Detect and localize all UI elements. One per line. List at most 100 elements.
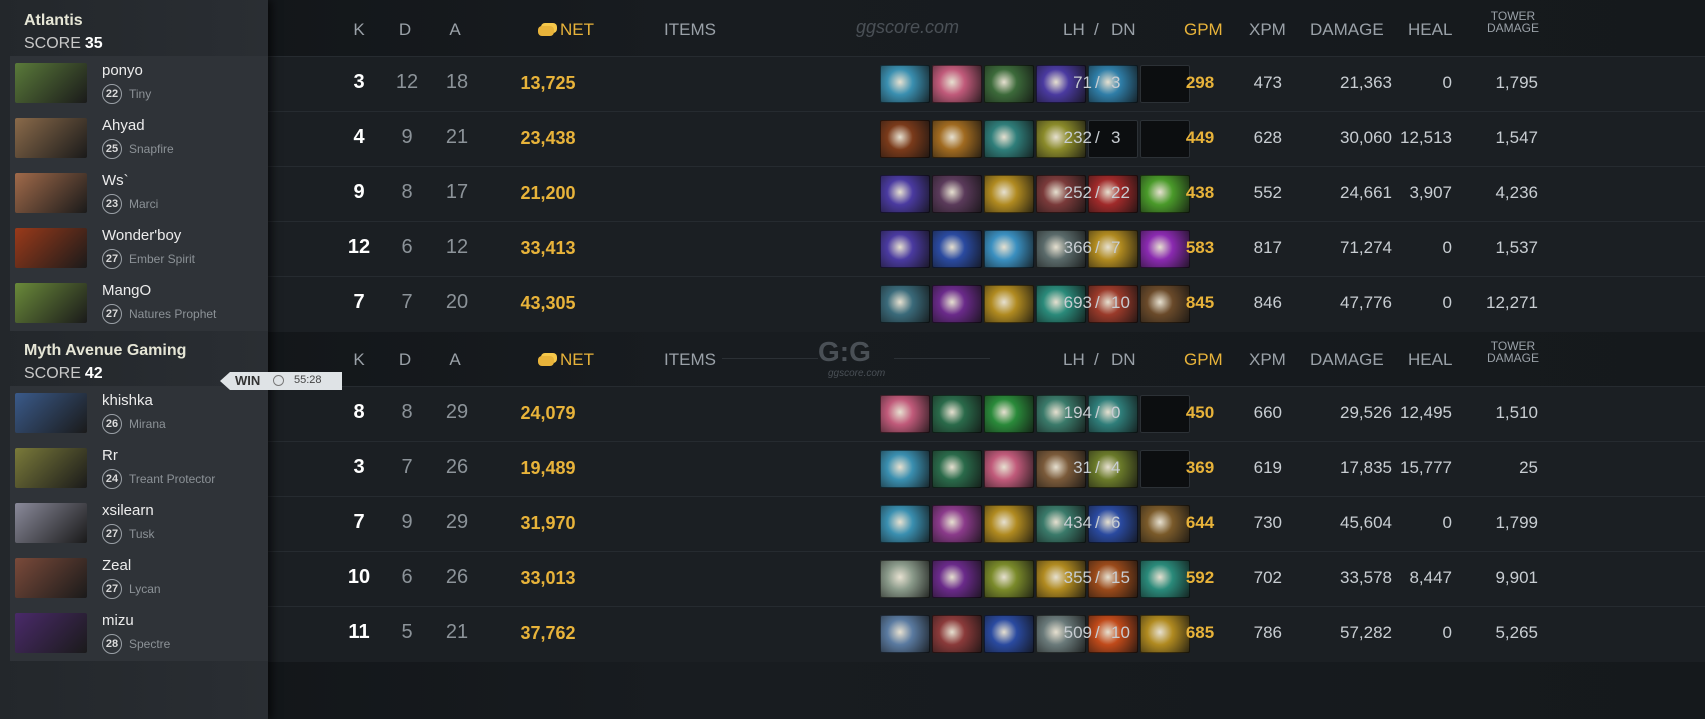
- hero-portrait[interactable]: [15, 503, 87, 543]
- item-slot[interactable]: [984, 230, 1034, 268]
- item-slot[interactable]: [880, 175, 930, 213]
- lh-dn-slash: /: [1095, 73, 1100, 92]
- kills-value: 8: [353, 401, 365, 423]
- assists-value: 26: [445, 566, 469, 588]
- item-slot[interactable]: [984, 560, 1034, 598]
- clock-icon: [273, 375, 284, 386]
- item-slot[interactable]: [932, 120, 982, 158]
- col-dn-header: DN: [1111, 350, 1136, 369]
- hero-name: Mirana: [129, 417, 166, 431]
- player-card[interactable]: Wonder'boy 27 Ember Spirit: [10, 221, 268, 276]
- item-slot[interactable]: [880, 230, 930, 268]
- hero-portrait[interactable]: [15, 448, 87, 488]
- col-gpm-header: GPM: [1184, 350, 1223, 369]
- last-hits-value: 252: [1063, 183, 1092, 202]
- hero-portrait[interactable]: [15, 393, 87, 433]
- hero-level-badge: 27: [102, 524, 122, 544]
- player-card[interactable]: Ahyad 25 Snapfire: [10, 111, 268, 166]
- item-slot[interactable]: [984, 175, 1034, 213]
- item-slot[interactable]: [932, 175, 982, 213]
- player-card[interactable]: khishka 26 Mirana: [10, 386, 268, 441]
- player-name[interactable]: xsilearn: [102, 502, 154, 519]
- item-slot[interactable]: [932, 285, 982, 323]
- hero-portrait[interactable]: [15, 173, 87, 213]
- heal-value: 3,907: [1409, 183, 1452, 202]
- hero-portrait[interactable]: [15, 613, 87, 653]
- item-slot[interactable]: [932, 450, 982, 488]
- last-hits-value: 509: [1063, 623, 1092, 642]
- player-card[interactable]: MangO 27 Natures Prophet: [10, 276, 268, 331]
- item-slot[interactable]: [932, 505, 982, 543]
- player-card[interactable]: mizu 28 Spectre: [10, 606, 268, 661]
- lh-dn-slash: /: [1095, 183, 1100, 202]
- item-slot[interactable]: [932, 615, 982, 653]
- damage-value: 29,526: [1340, 403, 1392, 422]
- hero-level-badge: 27: [102, 304, 122, 324]
- last-hits-value: 31: [1073, 458, 1092, 477]
- player-card[interactable]: Rr 24 Treant Protector: [10, 441, 268, 496]
- item-slot[interactable]: [984, 285, 1034, 323]
- heal-value: 0: [1442, 238, 1452, 257]
- hero-portrait[interactable]: [15, 558, 87, 598]
- player-name[interactable]: ponyo: [102, 62, 143, 79]
- item-slot[interactable]: [932, 560, 982, 598]
- player-card[interactable]: ponyo 22 Tiny: [10, 56, 268, 111]
- player-name[interactable]: Ws`: [102, 172, 129, 189]
- item-slot[interactable]: [880, 560, 930, 598]
- team-name[interactable]: Atlantis: [24, 12, 83, 30]
- item-slot[interactable]: [880, 450, 930, 488]
- player-card[interactable]: xsilearn 27 Tusk: [10, 496, 268, 551]
- item-slot[interactable]: [932, 65, 982, 103]
- col-a-header: A: [449, 20, 461, 39]
- player-name[interactable]: Ahyad: [102, 117, 145, 134]
- item-slot[interactable]: [880, 395, 930, 433]
- deaths-value: 8: [401, 401, 413, 423]
- hero-portrait[interactable]: [15, 118, 87, 158]
- net-label: NET: [560, 350, 594, 369]
- player-stats-row: 10 6 26 33,013 355/ 15 592 702 33,578 8,447 9,901: [268, 551, 1705, 607]
- kills-value: 4: [353, 126, 365, 148]
- player-stats-row: 4 9 21 23,438 232/ 3 449 628 30,060 12,513 1,547: [268, 111, 1705, 167]
- deaths-value: 6: [401, 566, 413, 588]
- hero-name: Marci: [129, 197, 159, 211]
- item-slot[interactable]: [880, 505, 930, 543]
- item-slot[interactable]: [984, 450, 1034, 488]
- net-worth-value: 24,079: [520, 403, 576, 423]
- item-slot[interactable]: [984, 120, 1034, 158]
- item-slot[interactable]: [984, 615, 1034, 653]
- xpm-value: 730: [1253, 513, 1282, 532]
- watermark-line: [722, 358, 818, 359]
- gpm-value: 685: [1185, 623, 1215, 642]
- damage-value: 45,604: [1340, 513, 1392, 532]
- player-card[interactable]: Zeal 27 Lycan: [10, 551, 268, 606]
- hero-portrait[interactable]: [15, 228, 87, 268]
- player-name[interactable]: Rr: [102, 447, 118, 464]
- xpm-value: 660: [1253, 403, 1282, 422]
- assists-value: 21: [445, 621, 469, 643]
- player-name[interactable]: MangO: [102, 282, 151, 299]
- item-slot[interactable]: [880, 615, 930, 653]
- player-card[interactable]: Ws` 23 Marci: [10, 166, 268, 221]
- item-slot[interactable]: [984, 505, 1034, 543]
- player-name[interactable]: mizu: [102, 612, 134, 629]
- player-name[interactable]: Zeal: [102, 557, 131, 574]
- hero-portrait[interactable]: [15, 283, 87, 323]
- deaths-value: 9: [401, 511, 413, 533]
- player-name[interactable]: Wonder'boy: [102, 227, 181, 244]
- denies-value: 22: [1111, 183, 1130, 202]
- hero-name: Snapfire: [129, 142, 174, 156]
- kills-value: 3: [353, 71, 365, 93]
- item-slot[interactable]: [932, 230, 982, 268]
- hero-name: Lycan: [129, 582, 161, 596]
- last-hits-value: 194: [1063, 403, 1092, 422]
- team-name[interactable]: Myth Avenue Gaming: [24, 342, 186, 360]
- hero-portrait[interactable]: [15, 63, 87, 103]
- item-slot[interactable]: [880, 285, 930, 323]
- item-slot[interactable]: [984, 65, 1034, 103]
- item-slot[interactable]: [880, 120, 930, 158]
- xpm-value: 846: [1253, 293, 1282, 312]
- item-slot[interactable]: [880, 65, 930, 103]
- item-slot[interactable]: [984, 395, 1034, 433]
- player-name[interactable]: khishka: [102, 392, 153, 409]
- item-slot[interactable]: [932, 395, 982, 433]
